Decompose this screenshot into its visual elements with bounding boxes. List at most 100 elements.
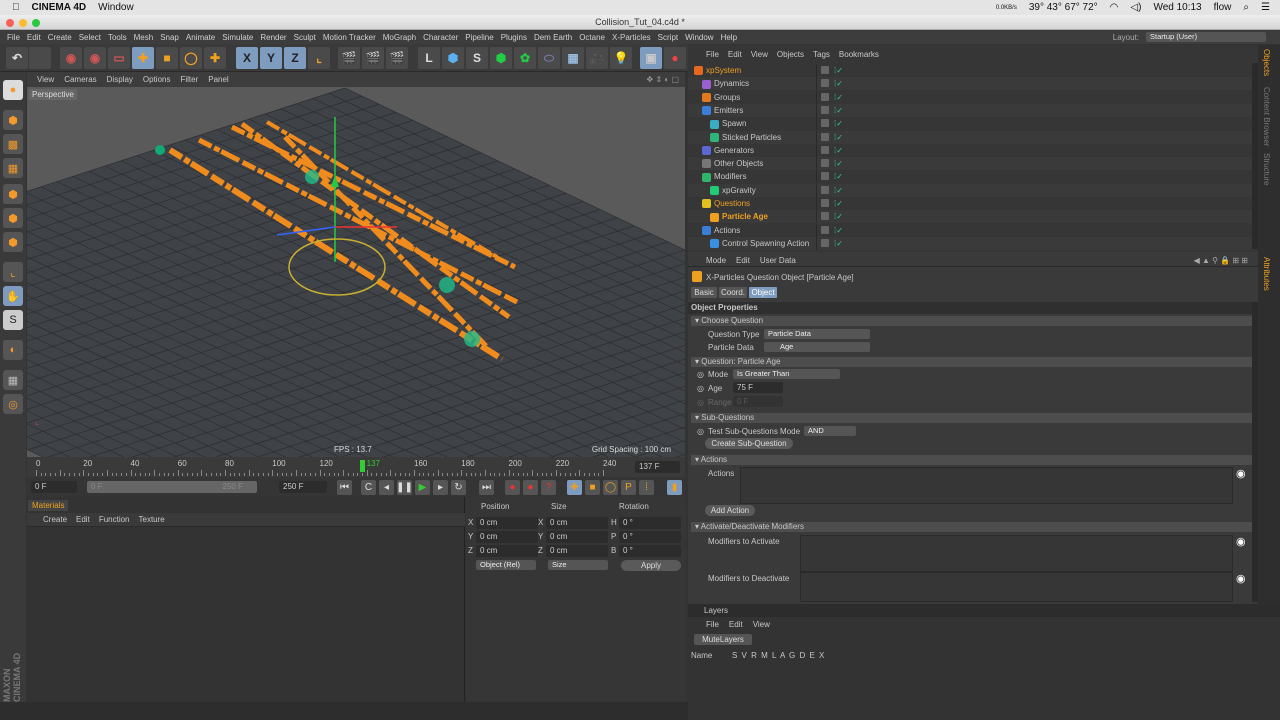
x-axis-button[interactable]: X: [236, 47, 258, 69]
selection-icon[interactable]: ◉: [84, 47, 106, 69]
render-picture-viewer-icon[interactable]: 🎬: [362, 47, 384, 69]
subq-mode-dropdown[interactable]: AND: [804, 426, 856, 436]
tab-object[interactable]: Object: [749, 287, 777, 298]
rotate-icon[interactable]: ◯: [180, 47, 202, 69]
layers-menu-edit[interactable]: Edit: [729, 620, 743, 629]
enabled-check-icon[interactable]: ⁞✓: [834, 64, 843, 77]
key-position-icon[interactable]: ✚: [567, 480, 582, 495]
materials-menu-edit[interactable]: Edit: [76, 515, 90, 524]
objects-menu-view[interactable]: View: [751, 50, 768, 59]
side-tab-structure[interactable]: Structure: [1262, 153, 1271, 185]
mode-radio[interactable]: ◎: [697, 370, 704, 379]
object-row[interactable]: Dynamics ⁞✓: [688, 77, 1253, 91]
object-row[interactable]: Sticked Particles ⁞✓: [688, 130, 1253, 144]
object-row[interactable]: Spawn ⁞✓: [688, 117, 1253, 131]
object-row[interactable]: Modifiers ⁞✓: [688, 170, 1253, 184]
menu-tools[interactable]: Tools: [108, 33, 127, 42]
choose-question-section[interactable]: ▾ Choose Question: [691, 316, 1254, 326]
menu-mograph[interactable]: MoGraph: [383, 33, 416, 42]
model-mode-icon[interactable]: ⬢: [3, 110, 23, 130]
spline-icon[interactable]: S: [466, 47, 488, 69]
scale-icon[interactable]: ■: [156, 47, 178, 69]
polygons-mode-icon[interactable]: ⬢: [3, 232, 23, 252]
camera-icon[interactable]: 🎥: [586, 47, 608, 69]
key-pla-icon[interactable]: ⁞: [639, 480, 654, 495]
object-name[interactable]: Other Objects: [714, 159, 763, 168]
points-mode-icon[interactable]: ⬢: [3, 184, 23, 204]
menu-file[interactable]: File: [7, 33, 20, 42]
start-frame-field[interactable]: 0 F: [31, 481, 77, 493]
tweak-mode-icon[interactable]: ✋: [3, 286, 23, 306]
menu-motion-tracker[interactable]: Motion Tracker: [323, 33, 376, 42]
position-field[interactable]: 0 cm: [476, 531, 538, 543]
object-row[interactable]: Particle Age ⁞✓: [688, 210, 1253, 224]
menu-simulate[interactable]: Simulate: [222, 33, 253, 42]
rotation-field[interactable]: 0 °: [619, 517, 681, 529]
layout-dropdown[interactable]: Startup (User): [1146, 32, 1266, 42]
viewport-menu-panel[interactable]: Panel: [208, 75, 228, 84]
cube-icon[interactable]: ⬢: [442, 47, 464, 69]
enabled-check-icon[interactable]: ⁞✓: [834, 131, 843, 144]
record-icon[interactable]: ●: [664, 47, 686, 69]
tab-basic[interactable]: Basic: [691, 287, 717, 298]
create-sub-question-button[interactable]: Create Sub-Question: [705, 438, 793, 449]
goto-end-icon[interactable]: ⏭: [479, 480, 494, 495]
zoom-button[interactable]: [32, 19, 40, 27]
link-picker-icon[interactable]: ◉: [1236, 572, 1246, 585]
side-tab-content-browser[interactable]: Content Browser: [1262, 87, 1271, 147]
viewport-menu-view[interactable]: View: [37, 75, 54, 84]
actions-list[interactable]: [740, 467, 1233, 504]
key-rotation-icon[interactable]: ◯: [603, 480, 618, 495]
wifi-icon[interactable]: ◠: [1110, 2, 1119, 13]
clock[interactable]: Wed 10:13: [1153, 2, 1201, 13]
floor-icon[interactable]: ▦: [562, 47, 584, 69]
nurbs-icon[interactable]: ⬢: [490, 47, 512, 69]
playhead[interactable]: [359, 460, 365, 472]
menu-animate[interactable]: Animate: [186, 33, 215, 42]
object-row[interactable]: Other Objects ⁞✓: [688, 157, 1253, 171]
menu-mesh[interactable]: Mesh: [134, 33, 154, 42]
object-row[interactable]: Questions ⁞✓: [688, 197, 1253, 210]
viewport-menu-cameras[interactable]: Cameras: [64, 75, 96, 84]
enabled-check-icon[interactable]: ⁞✓: [834, 157, 843, 170]
spotlight-icon[interactable]: ⌕: [1243, 2, 1249, 13]
mode-dropdown[interactable]: Is Greater Than: [733, 369, 840, 379]
pause-icon[interactable]: ❚❚: [396, 480, 413, 495]
redo-icon[interactable]: [29, 47, 51, 69]
prev-key-icon[interactable]: C: [361, 480, 376, 495]
object-row[interactable]: xpSystem ⁞✓: [688, 64, 1253, 77]
object-row[interactable]: Emitters ⁞✓: [688, 103, 1253, 117]
activate-list[interactable]: [800, 535, 1233, 572]
object-name[interactable]: xpGravity: [722, 186, 756, 195]
menu-create[interactable]: Create: [48, 33, 72, 42]
enabled-check-icon[interactable]: ⁞✓: [834, 224, 843, 237]
object-name[interactable]: Modifiers: [714, 172, 746, 181]
null-object-icon[interactable]: L: [418, 47, 440, 69]
objects-menu-objects[interactable]: Objects: [777, 50, 804, 59]
make-editable-icon[interactable]: ●: [3, 80, 23, 100]
menu-render[interactable]: Render: [260, 33, 286, 42]
sculpt-icon[interactable]: ◐: [3, 340, 23, 360]
enabled-check-icon[interactable]: ⁞✓: [834, 104, 843, 117]
snap-icon[interactable]: S: [3, 310, 23, 330]
side-tab-attributes[interactable]: Attributes: [1262, 257, 1271, 291]
prev-frame-icon[interactable]: ◂: [379, 480, 394, 495]
visibility-toggle[interactable]: [821, 119, 829, 128]
attr-menu-user-data[interactable]: User Data: [760, 256, 796, 265]
keyframe-selection-icon[interactable]: ?: [541, 480, 556, 495]
layers-menu-file[interactable]: File: [706, 620, 719, 629]
enabled-check-icon[interactable]: ⁞✓: [834, 91, 843, 104]
enabled-check-icon[interactable]: ⁞✓: [834, 184, 843, 197]
close-button[interactable]: [6, 19, 14, 27]
object-name[interactable]: Control Spawning Action: [722, 239, 809, 248]
menu-plugins[interactable]: Plugins: [501, 33, 527, 42]
key-param-icon[interactable]: P: [621, 480, 636, 495]
visibility-toggle[interactable]: [821, 238, 829, 247]
visibility-toggle[interactable]: [821, 212, 829, 221]
menu-octane[interactable]: Octane: [579, 33, 605, 42]
objects-menu-tags[interactable]: Tags: [813, 50, 830, 59]
object-name[interactable]: Sticked Particles: [722, 133, 781, 142]
visibility-toggle[interactable]: [821, 66, 829, 74]
sub-questions-section[interactable]: ▾ Sub-Questions: [691, 413, 1254, 423]
menu-script[interactable]: Script: [658, 33, 678, 42]
